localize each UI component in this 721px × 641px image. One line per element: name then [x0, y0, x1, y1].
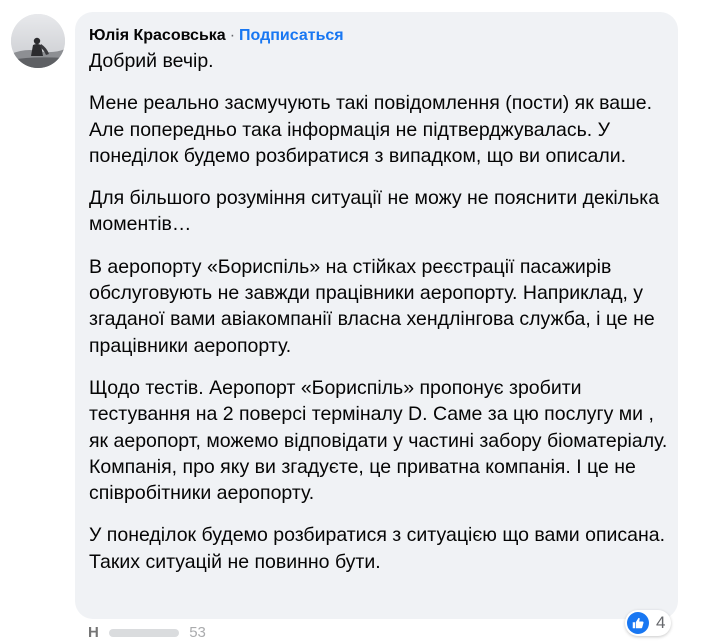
comment-header: Юлія Красовська · Подписаться: [89, 26, 344, 46]
reactions-summary[interactable]: 4: [625, 610, 672, 636]
avatar-photo: [11, 14, 65, 68]
comment-body: Добрий вечір. Мене реально засмучують та…: [89, 48, 669, 591]
reaction-count: 4: [656, 613, 666, 632]
comment-paragraph: Добрий вечір.: [89, 50, 214, 72]
like-icon: [627, 612, 649, 634]
follow-link[interactable]: Подписаться: [239, 27, 344, 44]
next-comment-name-blur: [109, 629, 180, 638]
comment-bubble: Юлія Красовська · Подписаться Добрий вечір…: [75, 12, 678, 619]
author-name[interactable]: Юлія Красовська: [89, 27, 226, 44]
comment-paragraph: В аеропорту «Бориспіль» на стійках реєст…: [89, 255, 655, 357]
comment-paragraph: У понеділок будемо розбиратися з ситуаці…: [89, 524, 666, 573]
comment-paragraph: Щодо тестів. Аеропорт «Бориспіль» пропон…: [89, 376, 668, 452]
comment-paragraph: Мене реально засмучують такі повідомленн…: [89, 92, 653, 167]
separator-dot: ·: [229, 27, 236, 44]
comment-paragraph: Для більшого розуміння ситуації не можу …: [89, 187, 660, 236]
comment-paragraph: Компанія, про яку ви згадуєте, це приват…: [89, 455, 636, 505]
avatar[interactable]: [11, 14, 65, 68]
